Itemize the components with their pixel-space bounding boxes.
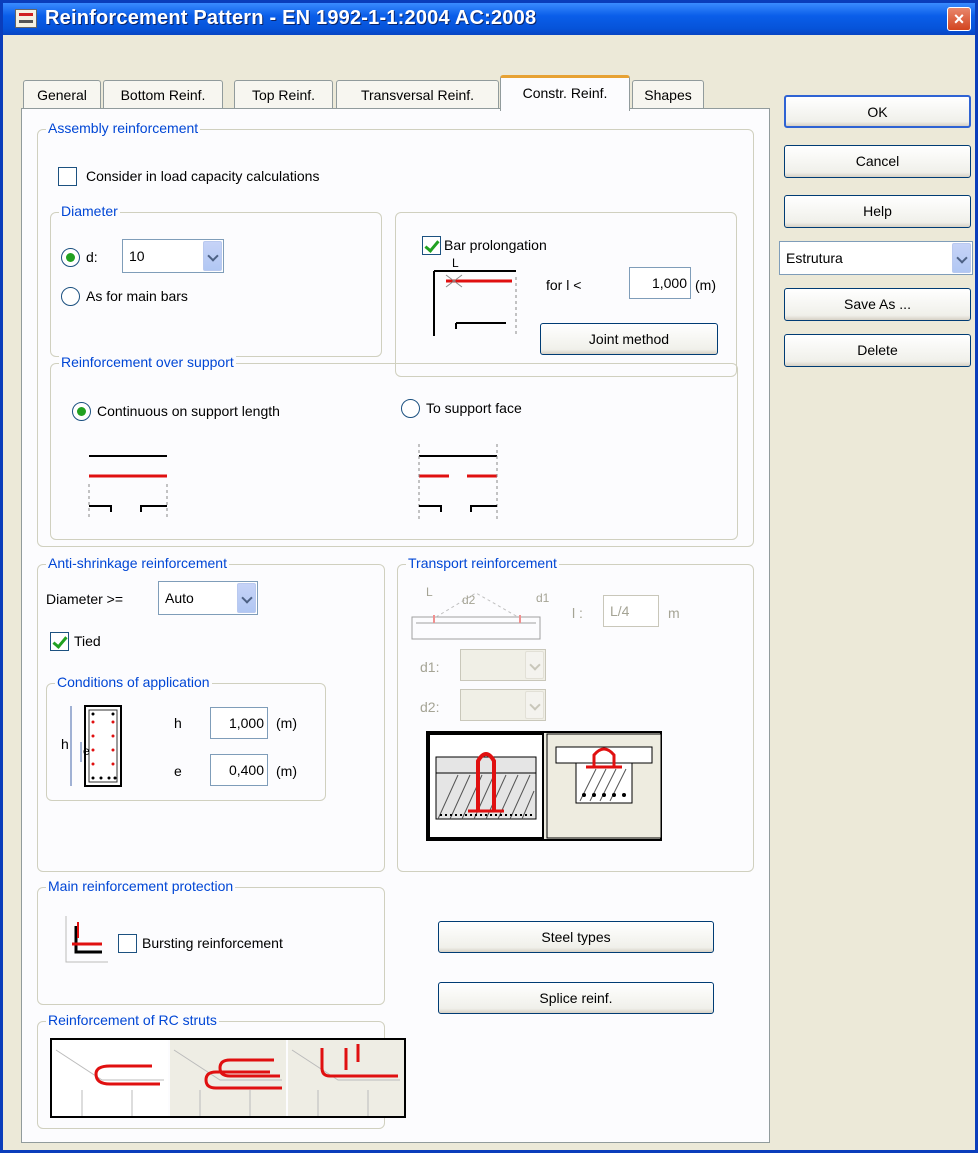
prolongation-length-input[interactable]: 1,000 [629,267,691,299]
protection-group: Main reinforcement protection Bursting r… [37,878,385,1005]
bursting-diagram [65,916,108,963]
bar-prolongation-checkbox[interactable] [422,236,441,255]
over-support-legend: Reinforcement over support [59,354,236,370]
assembly-reinforcement-group: Assembly reinforcement Consider in load … [37,120,754,547]
transport-l-input[interactable]: L/4 [603,595,659,627]
app-icon [15,9,37,28]
anti-shrinkage-diameter-value: Auto [165,590,194,606]
d2-label: d2: [420,699,440,715]
struts-legend: Reinforcement of RC struts [46,1012,219,1028]
transport-diagram-d1: d1 [536,591,550,605]
tab-constr-reinf[interactable]: Constr. Reinf. [500,75,630,111]
preset-value: Estrutura [786,250,843,266]
consider-load-checkbox[interactable] [58,167,77,186]
anti-shrinkage-diameter-select[interactable]: Auto [158,581,258,615]
bursting-checkbox[interactable] [118,934,137,953]
tab-shapes[interactable]: Shapes [632,80,704,110]
anti-shrinkage-group: Anti-shrinkage reinforcement Diameter >=… [37,555,385,872]
conditions-legend: Conditions of application [55,674,212,690]
top-lifting-option[interactable] [546,733,662,839]
d-select[interactable]: 10 [122,239,224,273]
transport-l-label: l : [572,605,583,621]
anti-shrinkage-legend: Anti-shrinkage reinforcement [46,555,229,571]
transport-diagram-l: L [426,585,433,599]
h-unit: (m) [276,715,297,731]
transport-l-unit: m [668,605,680,621]
struts-option-strip [50,1038,406,1118]
h-input[interactable]: 1,000 [210,707,268,739]
continuous-label: Continuous on support length [97,403,280,419]
embedded-lifting-option[interactable] [428,733,544,839]
e-unit: (m) [276,763,297,779]
save-as-button[interactable]: Save As ... [784,288,971,321]
diameter-legend: Diameter [59,203,120,219]
d1-select[interactable] [460,649,546,681]
chevron-down-icon[interactable] [237,583,256,613]
chevron-down-icon[interactable] [952,243,971,273]
over-support-group: Reinforcement over support Continuous on… [50,354,738,540]
section-diagram [70,705,122,787]
d-select-value: 10 [129,248,145,264]
window-title: Reinforcement Pattern - EN 1992-1-1:2004… [45,7,537,29]
h-label: h [174,715,182,731]
d2-select[interactable] [460,689,546,721]
protection-legend: Main reinforcement protection [46,878,236,894]
d-radio[interactable] [61,248,80,267]
as-main-bars-label: As for main bars [86,288,188,304]
ok-button[interactable]: OK [784,95,971,128]
transport-diagram-d2: d2 [462,593,476,607]
tied-label: Tied [74,633,101,649]
transport-legend: Transport reinforcement [406,555,559,571]
diameter-group: Diameter d: 10 As for main bars [50,203,382,357]
assembly-legend: Assembly reinforcement [46,120,201,136]
for-l-label: for l < [546,277,582,293]
strut-option-1[interactable] [52,1040,168,1116]
d-label: d: [86,249,98,265]
diameter-min-label: Diameter >= [46,591,124,607]
close-button[interactable]: × [947,7,971,31]
prolongation-unit: (m) [695,277,716,293]
chevron-down-icon[interactable] [203,241,222,271]
bursting-label: Bursting reinforcement [142,935,283,951]
conditions-group: Conditions of application h e h 1,000 (m… [46,674,326,801]
bar-prolongation-diagram [433,270,517,336]
joint-method-button[interactable]: Joint method [540,323,718,355]
chevron-down-icon[interactable] [525,691,544,719]
d1-label: d1: [420,659,440,675]
support-face-radio[interactable] [401,399,420,418]
continuous-diagram [88,455,168,519]
transport-type-selector [426,731,662,841]
strut-option-3[interactable] [288,1040,404,1116]
as-main-bars-radio[interactable] [61,287,80,306]
diagram-h-label: h [61,736,69,752]
chevron-down-icon[interactable] [525,651,544,679]
delete-button[interactable]: Delete [784,334,971,367]
strut-option-2[interactable] [170,1040,286,1116]
diagram-l-label: L [452,256,459,270]
bar-prolongation-label: Bar prolongation [444,237,547,253]
e-label: e [174,763,182,779]
cancel-button[interactable]: Cancel [784,145,971,178]
splice-reinf-button[interactable]: Splice reinf. [438,982,714,1014]
dialog-window: Reinforcement Pattern - EN 1992-1-1:2004… [0,0,978,1153]
tab-bottom-reinf[interactable]: Bottom Reinf. [103,80,223,110]
help-button[interactable]: Help [784,195,971,228]
steel-types-button[interactable]: Steel types [438,921,714,953]
title-bar[interactable]: Reinforcement Pattern - EN 1992-1-1:2004… [3,3,975,35]
e-input[interactable]: 0,400 [210,754,268,786]
struts-group: Reinforcement of RC struts [37,1012,406,1129]
continuous-radio[interactable] [72,402,91,421]
support-face-diagram [418,444,498,519]
tab-panel: Assembly reinforcement Consider in load … [21,108,770,1143]
tab-transversal-reinf[interactable]: Transversal Reinf. [336,80,499,110]
preset-select[interactable]: Estrutura [779,241,973,275]
tab-top-reinf[interactable]: Top Reinf. [234,80,333,110]
consider-load-label: Consider in load capacity calculations [86,168,320,184]
bar-prolongation-group: Bar prolongation L for l < 1,000 (m) Joi… [395,212,737,377]
tied-checkbox[interactable] [50,632,69,651]
support-face-label: To support face [426,400,522,416]
diagram-e-label: e [83,744,90,758]
tab-general[interactable]: General [23,80,101,110]
transport-group: Transport reinforcement L d2 d1 l : L/4 … [397,555,754,872]
